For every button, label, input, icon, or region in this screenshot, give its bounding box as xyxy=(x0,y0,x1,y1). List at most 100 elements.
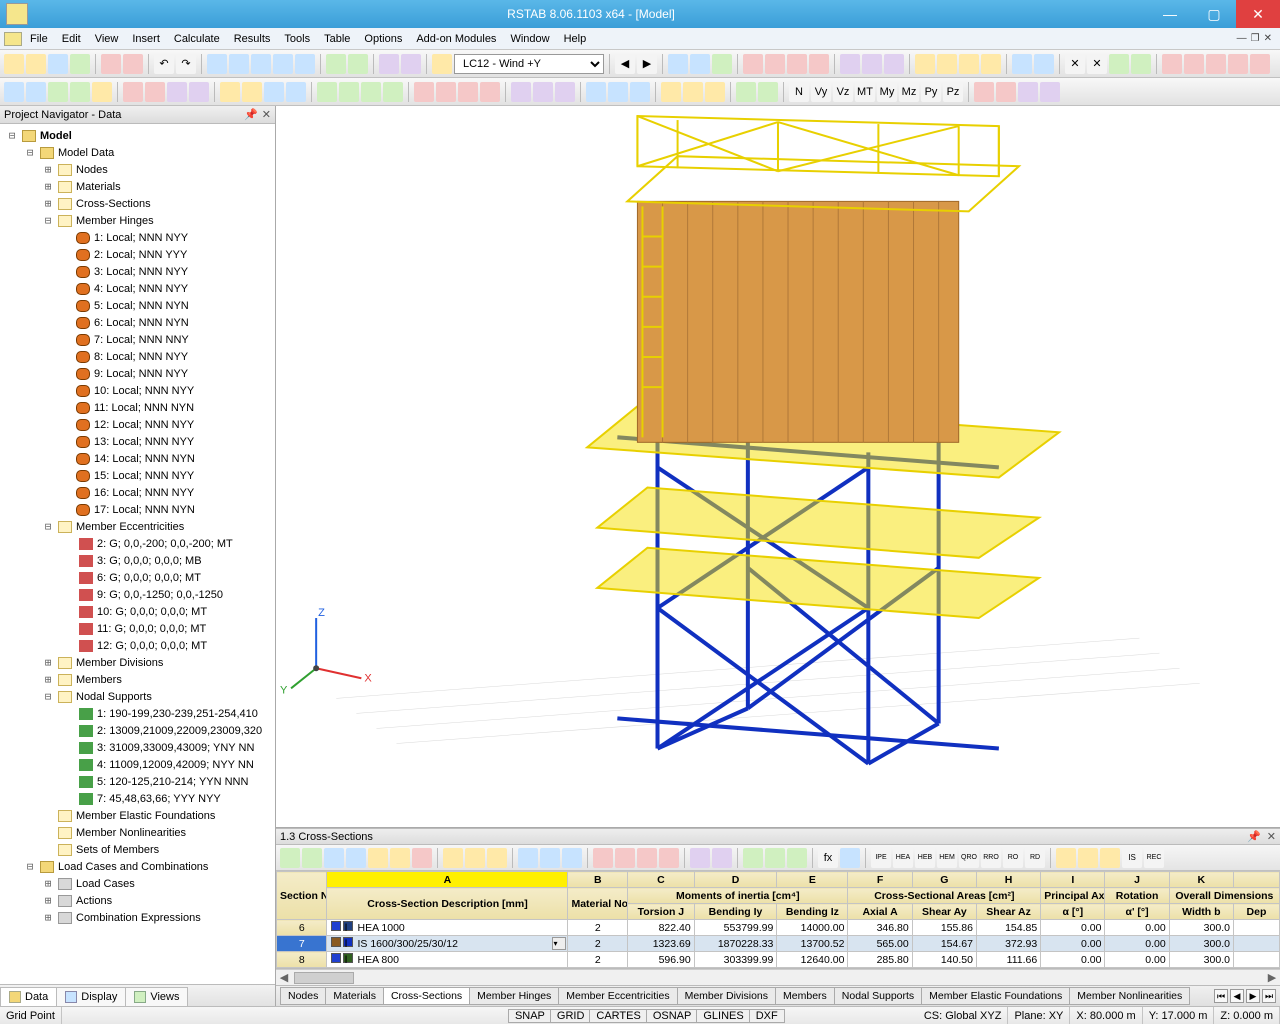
b2-icon[interactable] xyxy=(26,82,46,102)
b23-icon[interactable] xyxy=(533,82,553,102)
tree-member-hinges[interactable]: Member Hinges xyxy=(76,215,154,227)
sec-ro-icon[interactable]: RO xyxy=(1003,848,1023,868)
layers-icon[interactable] xyxy=(379,54,399,74)
sec-hea-icon[interactable]: HEA xyxy=(893,848,913,868)
tt21-icon[interactable] xyxy=(765,848,785,868)
menu-edit[interactable]: Edit xyxy=(56,31,87,47)
arrow-redo-icon[interactable]: ↷ xyxy=(176,54,196,74)
b40-icon[interactable]: Pz xyxy=(943,82,963,102)
tree-nodal-supports[interactable]: Nodal Supports xyxy=(76,691,152,703)
tree-hinge-item[interactable]: 10: Local; NNN NYY xyxy=(2,382,273,399)
view-1-icon[interactable] xyxy=(326,54,346,74)
sec-u-icon[interactable] xyxy=(1100,848,1120,868)
tt9-icon[interactable] xyxy=(465,848,485,868)
col-letter-e[interactable]: E xyxy=(777,872,848,888)
b9-icon[interactable] xyxy=(189,82,209,102)
t1-icon[interactable] xyxy=(743,54,763,74)
b11-icon[interactable] xyxy=(242,82,262,102)
col-letter-j[interactable]: J xyxy=(1105,872,1169,888)
mdi-close[interactable]: ✕ xyxy=(1264,33,1272,44)
b12-icon[interactable] xyxy=(264,82,284,102)
status-toggle[interactable]: OSNAP xyxy=(646,1009,699,1023)
3d-viewport[interactable]: Z X Y xyxy=(276,106,1280,828)
tree-support-item[interactable]: 7: 45,48,63,66; YYY NYY xyxy=(2,790,273,807)
doc-tab[interactable]: Members xyxy=(775,987,835,1005)
tree-hinge-item[interactable]: 4: Local; NNN NYY xyxy=(2,280,273,297)
b17-icon[interactable] xyxy=(383,82,403,102)
tree-ecc-item[interactable]: 2: G; 0,0,-200; 0,0,-200; MT xyxy=(2,535,273,552)
b36-icon[interactable]: MT xyxy=(855,82,875,102)
b38-icon[interactable]: Mz xyxy=(899,82,919,102)
t11-icon[interactable] xyxy=(981,54,1001,74)
tree-lcac[interactable]: Load Cases and Combinations xyxy=(58,861,208,873)
t15-icon[interactable]: ✕ xyxy=(1087,54,1107,74)
tree-ecc-item[interactable]: 12: G; 0,0,0; 0,0,0; MT xyxy=(2,637,273,654)
tt4-icon[interactable] xyxy=(346,848,366,868)
col-letter-d[interactable]: D xyxy=(694,872,777,888)
t13-icon[interactable] xyxy=(1034,54,1054,74)
app-menu-icon[interactable] xyxy=(4,32,22,46)
tree-cross-sections[interactable]: Cross-Sections xyxy=(76,198,151,210)
sec-hem-icon[interactable]: HEM xyxy=(937,848,957,868)
tt15-icon[interactable] xyxy=(615,848,635,868)
zoom-out-icon[interactable] xyxy=(251,54,271,74)
tt7-icon[interactable] xyxy=(412,848,432,868)
calc2-icon[interactable] xyxy=(690,54,710,74)
t21-icon[interactable] xyxy=(1228,54,1248,74)
tt16-icon[interactable] xyxy=(637,848,657,868)
sec-heb-icon[interactable]: HEB xyxy=(915,848,935,868)
col-iz[interactable]: Bending Iz xyxy=(777,904,848,920)
undo-icon[interactable] xyxy=(101,54,121,74)
b7-icon[interactable] xyxy=(145,82,165,102)
b3-icon[interactable] xyxy=(48,82,68,102)
zoom-fit-icon[interactable] xyxy=(273,54,293,74)
tree-root[interactable]: Model xyxy=(40,130,72,142)
col-group-dim[interactable]: Overall Dimensions xyxy=(1169,888,1279,904)
tree-lc[interactable]: Load Cases xyxy=(76,878,135,890)
next-icon[interactable]: ▶ xyxy=(637,54,657,74)
sec-is-icon[interactable]: IS xyxy=(1122,848,1142,868)
b30-icon[interactable] xyxy=(705,82,725,102)
tree-ecc-item[interactable]: 10: G; 0,0,0; 0,0,0; MT xyxy=(2,603,273,620)
doc-tab[interactable]: Member Elastic Foundations xyxy=(921,987,1070,1005)
menu-insert[interactable]: Insert xyxy=(126,31,166,47)
close-button[interactable]: ✕ xyxy=(1236,0,1280,28)
tt2-icon[interactable] xyxy=(302,848,322,868)
tree-hinge-item[interactable]: 1: Local; NNN NYY xyxy=(2,229,273,246)
b5-icon[interactable] xyxy=(92,82,112,102)
b42-icon[interactable] xyxy=(996,82,1016,102)
tt20-icon[interactable] xyxy=(743,848,763,868)
col-letter-f[interactable]: F xyxy=(848,872,912,888)
t22-icon[interactable] xyxy=(1250,54,1270,74)
tree-hinge-item[interactable]: 8: Local; NNN NYY xyxy=(2,348,273,365)
doc-tab[interactable]: Member Nonlinearities xyxy=(1069,987,1190,1005)
open-icon[interactable] xyxy=(26,54,46,74)
t8-icon[interactable] xyxy=(915,54,935,74)
tree-hinge-item[interactable]: 7: Local; NNN NNY xyxy=(2,331,273,348)
b8-icon[interactable] xyxy=(167,82,187,102)
col-letter-h[interactable]: H xyxy=(976,872,1040,888)
tt3-icon[interactable] xyxy=(324,848,344,868)
zoom-icon[interactable] xyxy=(207,54,227,74)
tree-materials[interactable]: Materials xyxy=(76,181,121,193)
b22-icon[interactable] xyxy=(511,82,531,102)
col-section-no[interactable]: Section No. xyxy=(277,872,327,920)
menu-calculate[interactable]: Calculate xyxy=(168,31,226,47)
col-iy[interactable]: Bending Iy xyxy=(694,904,777,920)
col-desc[interactable]: Cross-Section Description [mm] xyxy=(327,888,568,920)
nav-tab-views[interactable]: Views xyxy=(125,987,188,1006)
col-az[interactable]: Shear Az xyxy=(976,904,1040,920)
b16-icon[interactable] xyxy=(361,82,381,102)
col-letter-b[interactable]: B xyxy=(568,872,628,888)
b25-icon[interactable] xyxy=(586,82,606,102)
view-2-icon[interactable] xyxy=(348,54,368,74)
b33-icon[interactable]: N xyxy=(789,82,809,102)
tree-nodes[interactable]: Nodes xyxy=(76,164,108,176)
arrow-undo-icon[interactable]: ↶ xyxy=(154,54,174,74)
t7-icon[interactable] xyxy=(884,54,904,74)
tt6-icon[interactable] xyxy=(390,848,410,868)
tt19-icon[interactable] xyxy=(712,848,732,868)
tree-hinge-item[interactable]: 2: Local; NNN YYY xyxy=(2,246,273,263)
doc-tab[interactable]: Materials xyxy=(325,987,384,1005)
col-letter-i[interactable]: I xyxy=(1041,872,1105,888)
